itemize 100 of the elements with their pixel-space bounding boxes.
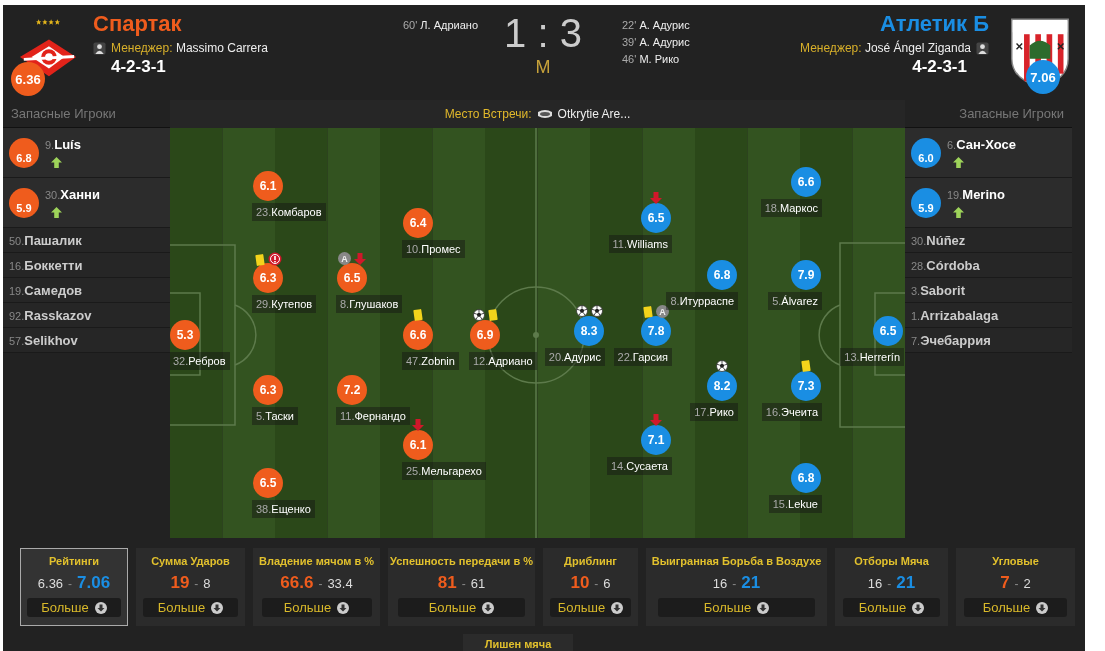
manager-name: Менеджер: Massimo Carrera (111, 41, 268, 55)
separator-text: - (68, 577, 73, 591)
sub-row[interactable]: 50.Пашалик (3, 228, 170, 253)
player-label: 20.Адурис (544, 348, 605, 366)
expand-icon (1036, 601, 1049, 614)
separator-text: - (887, 577, 892, 591)
goal-scorer: 22' А. Адурис (622, 19, 691, 31)
player-name: 19.Самедов (9, 282, 83, 298)
player-label: 14.Сусаета (606, 457, 672, 475)
more-button[interactable]: Больше (842, 598, 941, 617)
match-status: М (535, 57, 551, 78)
player-label: 5.Таски (252, 407, 298, 425)
separator-text: - (318, 577, 323, 591)
away-value: 7.06 (77, 573, 111, 593)
more-button[interactable]: Больше (397, 598, 526, 617)
player-name: 19.Merino (947, 187, 1005, 202)
home-value: 66.6 (280, 573, 314, 593)
expand-icon (912, 601, 925, 614)
stat-card[interactable]: Дриблинг 10 - 6 Больше (543, 548, 638, 626)
away-value: 8 (203, 576, 211, 591)
player-name: 7.Эчебаррия (911, 332, 991, 348)
rating-badge: 5.9 (911, 187, 941, 218)
sub-off-arrow-icon (354, 253, 366, 265)
away-value: 6 (603, 576, 611, 591)
booking-card-icon (413, 309, 423, 321)
separator-text: - (1014, 577, 1019, 591)
sub-row[interactable]: 92.Rasskazov (3, 303, 170, 328)
player-name: 6.Сан-Хосе (947, 137, 1016, 152)
team-name[interactable]: Атлетик Б (880, 11, 989, 37)
player-label: 32.Ребров (170, 352, 230, 370)
goal-scorer: 46' М. Рико (622, 53, 681, 65)
team-rating: 6.36 (11, 62, 45, 96)
booking-card-icon (801, 360, 811, 372)
stat-title: Сумма Ударов (151, 555, 230, 567)
sub-row[interactable]: 5.9 19.Merino (905, 178, 1072, 228)
expand-icon (757, 601, 770, 614)
home-value: 81 (437, 573, 457, 593)
player-label: 11.Williams (608, 235, 672, 253)
sub-row[interactable]: 57.Selikhov (3, 328, 170, 353)
stars-icon (36, 19, 60, 25)
football-icon (590, 305, 603, 317)
alert-icon (267, 252, 282, 266)
sub-row[interactable]: 5.9 30.Ханни (3, 178, 170, 228)
manager-icon (93, 41, 106, 55)
team-name[interactable]: Спартак (93, 11, 383, 37)
stat-card[interactable]: Рейтинги 6.36 - 7.06 Больше (20, 548, 128, 626)
away-value: 2 (1023, 576, 1031, 591)
stat-title: Рейтинги (48, 555, 100, 567)
more-button[interactable]: Больше (549, 598, 632, 617)
more-button[interactable]: Больше (143, 598, 238, 617)
stat-title: Успешность передачи в % (390, 555, 533, 567)
sub-row[interactable]: 28.Córdoba (905, 253, 1072, 278)
player-label: 8.Итурраспе (666, 292, 738, 310)
home-value: 16 (867, 576, 883, 591)
player-name: 16.Боккетти (9, 257, 83, 273)
player-label: 5.Álvarez (768, 292, 822, 310)
more-button[interactable]: Больше (964, 598, 1067, 617)
sub-row[interactable]: 1.Arrizabalaga (905, 303, 1072, 328)
sub-row[interactable]: 6.0 6.Сан-Хосе (905, 128, 1072, 178)
more-button[interactable]: Больше (657, 598, 816, 617)
sub-row[interactable]: 6.8 9.Luís (3, 128, 170, 178)
player-name: 9.Luís (45, 137, 81, 152)
manager-icon (976, 41, 989, 55)
stat-card[interactable]: Успешность передачи в % 81 - 61 Больше (388, 548, 535, 626)
sub-row[interactable]: 3.Saborit (905, 278, 1072, 303)
away-value: 21 (741, 573, 761, 593)
formation-text: 4-2-3-1 (110, 57, 167, 77)
sub-row[interactable]: 30.Núñez (905, 228, 1072, 253)
player-name: 30.Núñez (911, 232, 966, 248)
separator-text: - (194, 577, 199, 591)
stat-card[interactable]: Сумма Ударов 19 - 8 Больше (136, 548, 245, 626)
stat-title: Отборы Мяча (854, 555, 929, 567)
expand-icon (611, 601, 624, 614)
stat-card[interactable]: Отборы Мяча 16 - 21 Больше (835, 548, 948, 626)
away-value: 61 (470, 576, 486, 591)
more-button[interactable]: Больше (27, 598, 121, 617)
booking-card-icon (643, 306, 653, 318)
separator-text: - (732, 577, 737, 591)
goal-scorer: 39' А. Адурис (622, 36, 691, 48)
sub-row[interactable]: 7.Эчебаррия (905, 328, 1072, 353)
stat-card[interactable]: Владение мячом в % 66.6 - 33.4 Больше (253, 548, 380, 626)
sub-off-arrow-icon (650, 192, 662, 204)
expand-icon (337, 601, 350, 614)
match-score: 1 : 3 (504, 10, 582, 57)
player-label: 12.Адриано (469, 352, 537, 370)
stat-card[interactable]: Угловые 7 - 2 Больше (956, 548, 1075, 626)
player-label: 13.Herrerín (840, 348, 904, 366)
stat-card[interactable]: Выигранная Борьба в Воздухе 16 - 21 Больше (646, 548, 827, 626)
home-value: 6.36 (37, 576, 64, 591)
sub-row[interactable]: 16.Боккетти (3, 253, 170, 278)
formation-text: 4-2-3-1 (911, 57, 968, 77)
sub-row[interactable]: 19.Самедов (3, 278, 170, 303)
away-value: 21 (896, 573, 916, 593)
player-label: 25.Мельгарехо (402, 462, 486, 480)
booking-card-icon (487, 309, 498, 321)
more-button[interactable]: Больше (261, 598, 372, 617)
stat-tab[interactable]: Лишен мяча (463, 634, 573, 651)
stat-title: Владение мячом в % (258, 555, 374, 567)
home-value: 16 (712, 576, 728, 591)
home-value: 19 (170, 573, 190, 593)
